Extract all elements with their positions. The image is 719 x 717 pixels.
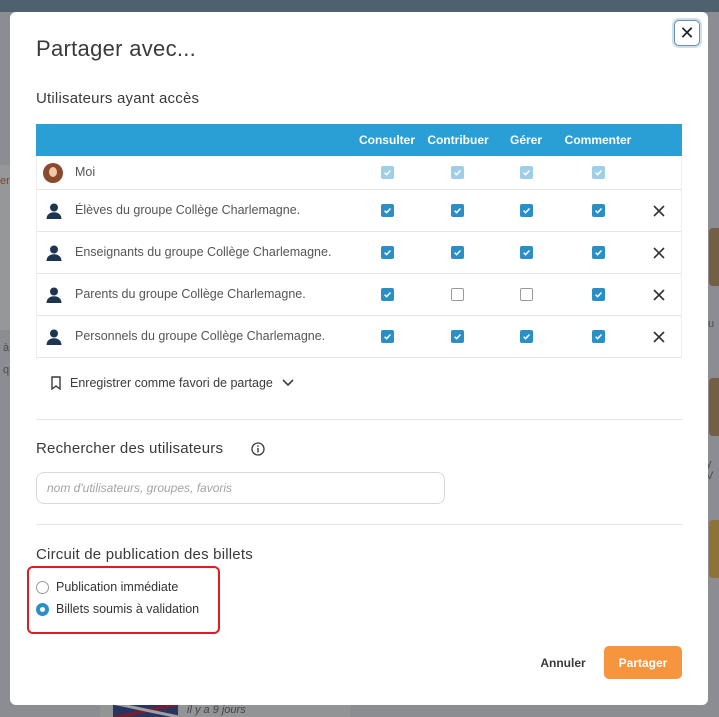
right-checkbox[interactable] [381,288,394,301]
right-checkbox[interactable] [592,246,605,259]
save-favorite-label: Enregistrer comme favori de partage [70,376,273,390]
right-checkbox[interactable] [520,288,533,301]
right-checkbox[interactable] [520,204,533,217]
section-divider [36,419,682,420]
row-label: Personnels du groupe Collège Charlemagne… [75,329,326,343]
right-checkbox [451,166,464,179]
search-section-title: Rechercher des utilisateurs [36,440,224,457]
remove-icon[interactable] [652,204,666,218]
row-label: Élèves du groupe Collège Charlemagne. [75,203,301,217]
right-checkbox[interactable] [592,204,605,217]
right-checkbox[interactable] [451,288,464,301]
users-section-title: Utilisateurs ayant accès [36,90,200,107]
radio-publication-immediate[interactable]: Publication immédiate [36,580,178,594]
publication-section-title: Circuit de publication des billets [36,546,253,563]
table-row: Enseignants du groupe Collège Charlemagn… [36,232,682,274]
column-header-consulter: Consulter [358,133,415,147]
table-row: Élèves du groupe Collège Charlemagne. [36,190,682,232]
remove-icon[interactable] [652,288,666,302]
section-divider [36,524,682,525]
column-header-commenter: Commenter [564,133,632,147]
right-checkbox[interactable] [451,246,464,259]
right-checkbox[interactable] [451,330,464,343]
radio-button[interactable] [36,580,49,594]
right-checkbox[interactable] [520,330,533,343]
right-checkbox[interactable] [592,288,605,301]
row-label: Moi [75,165,96,179]
right-checkbox [520,166,533,179]
column-header-gerer: Gérer [509,133,543,147]
save-favorite-button[interactable]: Enregistrer comme favori de partage [50,376,295,390]
remove-icon[interactable] [652,246,666,260]
cancel-button[interactable]: Annuler [530,652,596,674]
close-icon: ✕ [679,23,695,43]
user-icon [46,287,62,303]
right-checkbox[interactable] [381,330,394,343]
avatar [43,163,63,183]
table-row: Personnels du groupe Collège Charlemagne… [36,316,682,358]
row-label: Enseignants du groupe Collège Charlemagn… [75,245,332,259]
right-checkbox[interactable] [381,246,394,259]
radio-button[interactable] [36,602,49,616]
user-icon [46,245,62,261]
right-checkbox[interactable] [520,246,533,259]
remove-icon[interactable] [652,330,666,344]
right-checkbox[interactable] [381,204,394,217]
radio-label: Publication immédiate [56,580,179,594]
bookmark-icon [51,376,61,390]
table-row: Moi [36,156,682,190]
info-icon[interactable] [251,442,265,456]
chevron-down-icon [282,379,294,387]
right-checkbox [381,166,394,179]
radio-label: Billets soumis à validation [56,602,200,616]
highlight-box [27,566,220,634]
close-button[interactable]: ✕ [674,20,700,46]
right-checkbox [592,166,605,179]
right-checkbox[interactable] [451,204,464,217]
right-checkbox[interactable] [592,330,605,343]
modal-title: Partager avec... [36,36,197,61]
user-icon [46,203,62,219]
table-row: Parents du groupe Collège Charlemagne. [36,274,682,316]
row-label: Parents du groupe Collège Charlemagne. [75,287,306,301]
share-button[interactable]: Partager [604,646,682,679]
radio-billets-validation[interactable]: Billets soumis à validation [36,602,199,616]
user-icon [46,329,62,345]
user-search-input[interactable] [36,472,445,504]
